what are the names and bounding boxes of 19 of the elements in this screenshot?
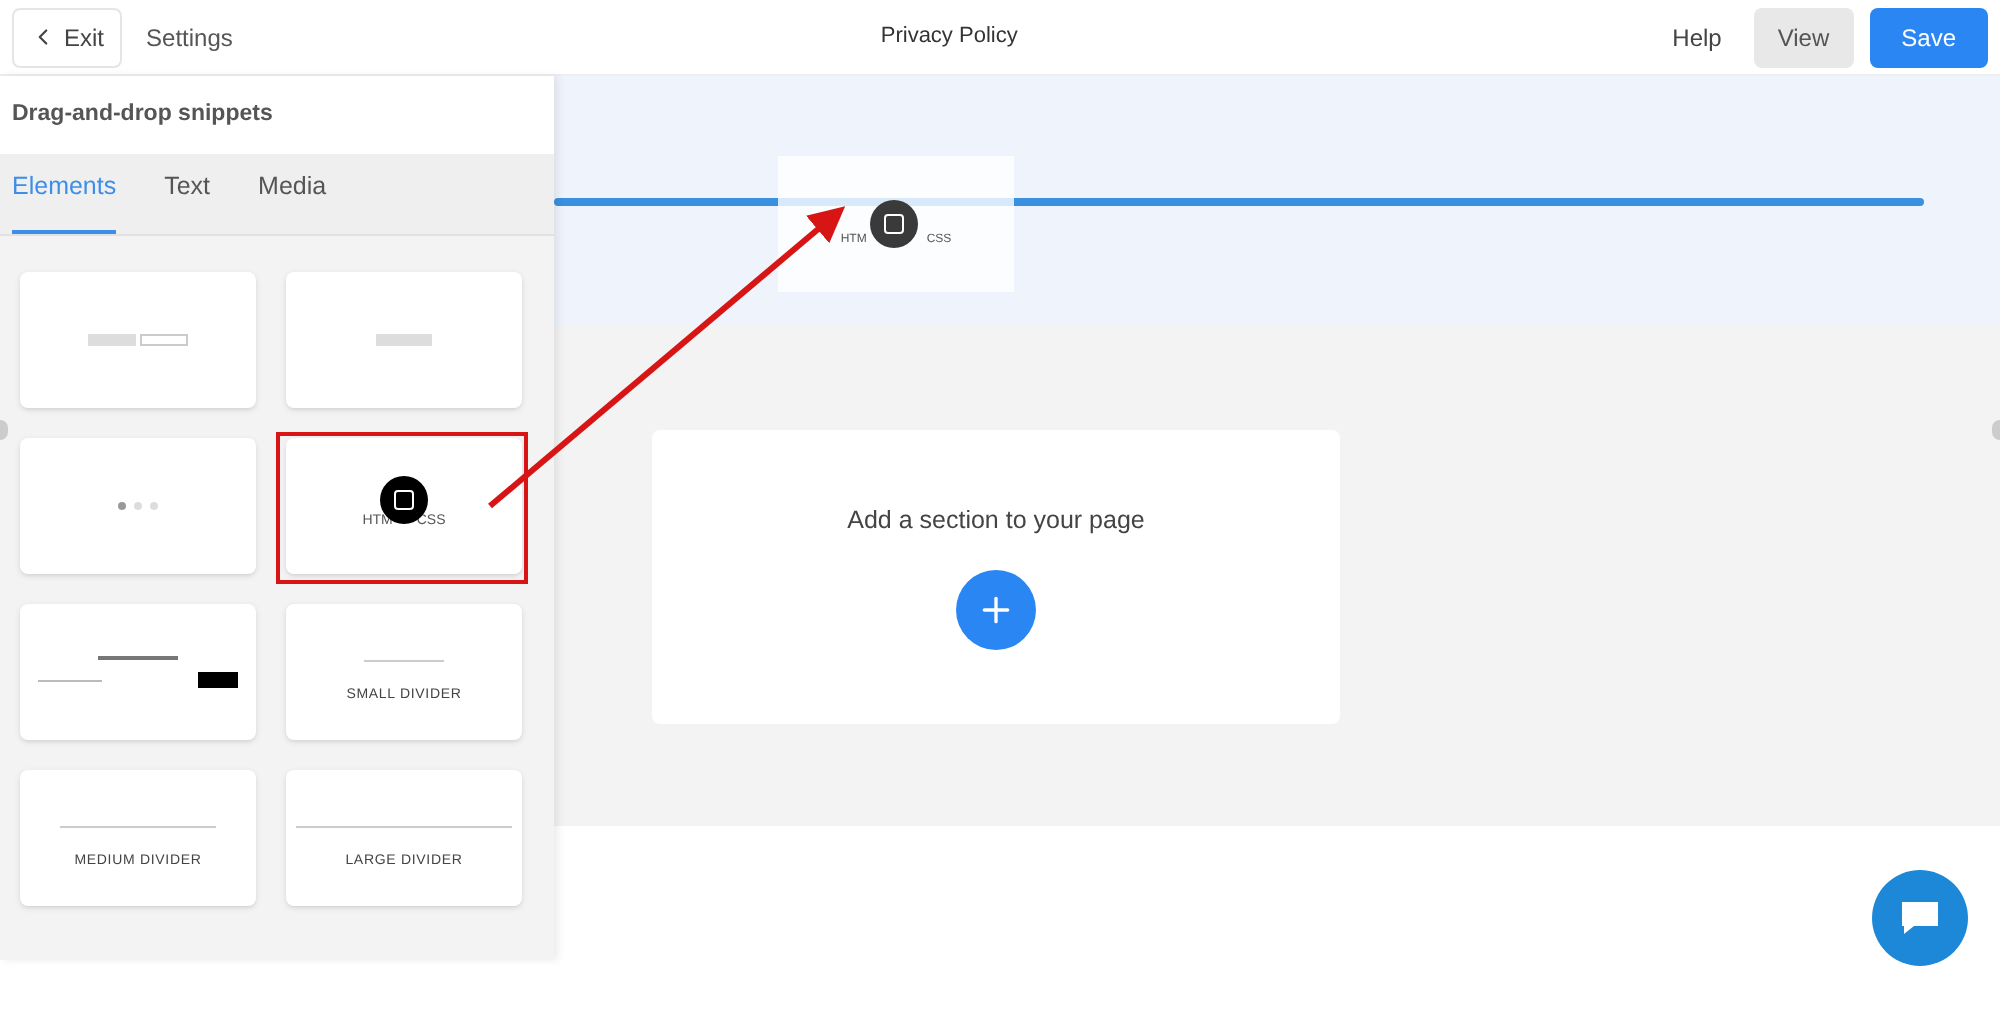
empty-section-text: Add a section to your page <box>847 503 1145 538</box>
save-button[interactable]: Save <box>1869 7 1988 67</box>
chat-button[interactable] <box>1872 870 1968 966</box>
divider-line <box>364 660 444 663</box>
slider-dots-drawing <box>118 502 158 510</box>
page-title: Privacy Policy <box>880 22 1018 53</box>
settings-link[interactable]: Settings <box>146 19 233 55</box>
view-button[interactable]: View <box>1753 7 1854 67</box>
button-preview-drawing <box>376 334 432 346</box>
panel-tab[interactable]: Media <box>258 168 327 234</box>
panel-title: Drag-and-drop snippets <box>12 99 273 130</box>
chat-icon <box>1898 898 1942 938</box>
snippet-card[interactable] <box>20 604 256 740</box>
buttons-preview-drawing <box>88 334 188 346</box>
drag-cursor-icon <box>870 200 918 248</box>
add-section-button[interactable] <box>956 570 1036 651</box>
panel-tab[interactable]: Text <box>164 168 211 234</box>
help-link[interactable]: Help <box>1672 19 1722 55</box>
exit-button[interactable]: Exit <box>12 7 123 67</box>
